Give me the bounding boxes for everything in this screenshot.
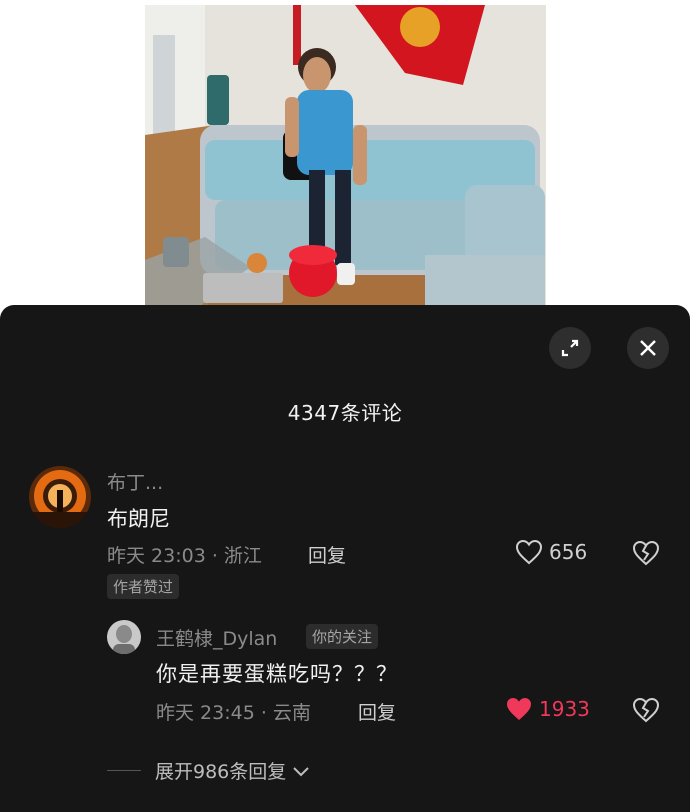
reply-dislike-button[interactable] — [632, 697, 660, 727]
broken-heart-icon — [632, 540, 660, 566]
comments-sheet: 4347条评论 布丁... 布朗尼 昨天 23:03 · 浙江 回复 656 作… — [0, 305, 690, 812]
reply-button[interactable]: 回复 — [308, 541, 346, 568]
reply-like-count: 1933 — [539, 697, 590, 721]
expand-replies-label: 展开986条回复 — [155, 761, 287, 783]
chevron-down-icon — [293, 766, 309, 776]
reply-avatar[interactable] — [107, 620, 141, 654]
author-liked-badge: 作者赞过 — [107, 574, 180, 599]
reply-like-button[interactable]: 1933 — [505, 696, 590, 722]
like-count: 656 — [549, 540, 588, 564]
close-button[interactable] — [627, 327, 669, 369]
heart-filled-icon — [507, 698, 531, 720]
avatar-image — [29, 466, 91, 528]
dislike-button[interactable] — [632, 540, 660, 570]
close-icon — [640, 340, 656, 356]
reply-username[interactable]: 王鹤棣_Dylan — [156, 624, 277, 651]
heart-outline-icon — [515, 539, 543, 565]
expand-replies-button[interactable]: 展开986条回复 — [107, 757, 310, 784]
following-badge: 你的关注 — [306, 624, 379, 649]
video-scene-image — [145, 5, 546, 310]
like-button[interactable]: 656 — [515, 539, 587, 565]
broken-heart-icon — [632, 697, 660, 723]
reply-avatar-image — [107, 620, 141, 654]
comment-time-location: 昨天 23:03 · 浙江 — [107, 545, 262, 567]
reply-text: 你是再要蛋糕吃吗？？？ — [156, 662, 398, 686]
comments-count-title: 4347条评论 — [287, 401, 403, 425]
divider-line — [107, 770, 141, 771]
comment-text: 布朗尼 — [107, 507, 170, 531]
expand-button[interactable] — [549, 327, 591, 369]
reply-to-reply-button[interactable]: 回复 — [358, 698, 396, 725]
expand-icon — [561, 339, 579, 357]
reply-time-location: 昨天 23:45 · 云南 — [156, 702, 311, 724]
avatar[interactable] — [29, 466, 91, 528]
comment-username[interactable]: 布丁... — [107, 468, 163, 495]
video-frame[interactable] — [145, 5, 546, 310]
